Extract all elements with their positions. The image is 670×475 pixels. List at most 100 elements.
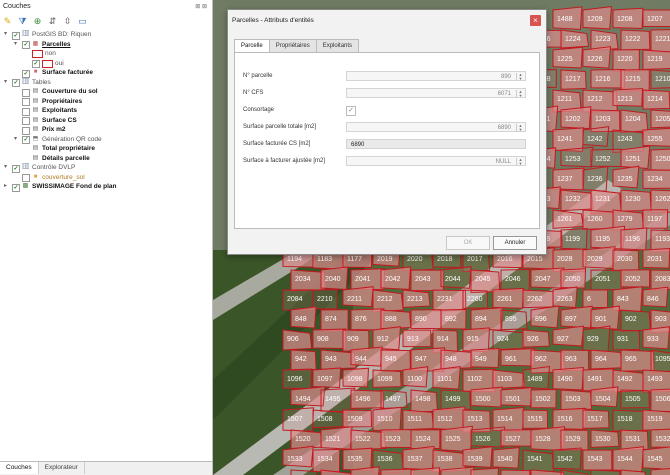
layer-visibility-checkbox[interactable]: [22, 107, 30, 116]
layer-visibility-checkbox[interactable]: [22, 126, 30, 135]
spinbox-arrows-icon[interactable]: ▲ ▼: [516, 158, 524, 166]
parcel-number-label: 1511: [407, 416, 422, 423]
parcel-number-label: 1508: [317, 416, 333, 423]
parcel-polygon[interactable]: [500, 469, 531, 475]
swatch-icon: ■: [33, 69, 38, 75]
layer-tree-item[interactable]: ▾ ✓ 🗄 Contrôle DVLP: [0, 163, 212, 173]
tab-explorateur[interactable]: Explorateur: [39, 462, 85, 474]
dialog-tabs: Parcelle Propriétaires Exploitants: [234, 39, 360, 52]
cfs-number-field[interactable]: 6071 ▲ ▼: [346, 88, 526, 98]
cancel-button[interactable]: Annuler: [493, 236, 537, 250]
layer-visibility-checkbox[interactable]: ✓: [22, 136, 30, 144]
parcel-number-label: 1512: [437, 416, 453, 423]
db-icon: 🗄: [22, 78, 30, 85]
parcel-number-label: 894: [475, 316, 487, 323]
parcel-number-label: 948: [445, 356, 457, 363]
parcel-polygon[interactable]: [590, 469, 621, 475]
layer-tree-item[interactable]: ▤ Surface CS: [0, 116, 212, 125]
parcel-number-label: 1215: [625, 76, 641, 83]
expand-arrow-icon[interactable]: ▾: [14, 135, 17, 145]
parcel-number-label: 1251: [625, 156, 641, 163]
parcel-number-label: 913: [407, 336, 419, 343]
paint-icon[interactable]: ✎: [2, 16, 13, 27]
layer-tree-item[interactable]: ■ couverture_sol: [0, 173, 212, 182]
tab-couches[interactable]: Couches: [0, 462, 39, 474]
panel-float-close-controls[interactable]: ⊠ ⊠: [195, 3, 207, 10]
parcel-number-label: 933: [647, 336, 659, 343]
layer-tree-item[interactable]: ▾ ✓ 🗄 PostGIS BD: Riquen: [0, 30, 212, 40]
parcel-number-label: 1527: [505, 436, 521, 443]
layer-tree-item[interactable]: ▤ Détails parcelle: [0, 154, 212, 164]
layer-tree-item[interactable]: ✓ oui: [0, 59, 212, 68]
parcel-number-label: 1522: [355, 436, 371, 443]
collapse-icon[interactable]: ⇳: [62, 16, 73, 27]
db-icon: 🗄: [22, 164, 30, 170]
parcelle-number-field[interactable]: 890 ▲ ▼: [346, 71, 526, 81]
consortage-checkbox[interactable]: ✓: [346, 106, 356, 116]
parcel-number-label: 892: [445, 316, 457, 323]
parcel-number-label: 1497: [385, 396, 401, 403]
surface-ajustee-field[interactable]: NULL ▲ ▼: [346, 156, 526, 166]
collapse-arrow-icon[interactable]: ▸: [4, 182, 7, 192]
legend-symbol-icon: [32, 50, 43, 58]
layer-tree-label: Contrôle DVLP: [32, 164, 76, 171]
field-label: N° CFS: [243, 90, 264, 96]
parcel-number-label: 1279: [617, 216, 633, 223]
remove-icon[interactable]: ▭: [77, 16, 88, 27]
parcel-number-label: 2210: [317, 296, 333, 303]
layer-visibility-checkbox[interactable]: ✓: [12, 31, 20, 40]
parcel-number-label: 2051: [595, 276, 611, 283]
spinbox-arrows-icon[interactable]: ▲ ▼: [516, 73, 524, 81]
layer-visibility-checkbox[interactable]: ✓: [22, 41, 30, 49]
parcel-number-label: 2262: [527, 296, 543, 303]
layer-tree-item[interactable]: ✓ ■ Surface facturée: [0, 68, 212, 78]
expand-arrow-icon[interactable]: ▾: [4, 163, 7, 173]
tab-parcelle[interactable]: Parcelle: [234, 39, 270, 52]
layer-tree-item[interactable]: non: [0, 49, 212, 59]
close-icon[interactable]: ×: [530, 15, 541, 26]
layer-tree-item[interactable]: ▸ ✓ ▩ SWISSIMAGE Fond de plan: [0, 182, 212, 192]
parcel-number-label: 2017: [467, 256, 483, 263]
parcel-number-label: 1506: [655, 396, 670, 403]
tab-proprietaires[interactable]: Propriétaires: [268, 39, 317, 52]
layer-tree-item[interactable]: ▾ ✓ ▦ Parcelles: [0, 40, 212, 50]
parcel-number-label: 1488: [557, 16, 573, 23]
layer-visibility-checkbox[interactable]: [22, 88, 30, 97]
tab-exploitants[interactable]: Exploitants: [315, 39, 360, 52]
surface-facturee-input[interactable]: 6890: [346, 139, 526, 149]
parcel-number-label: 1194: [287, 256, 302, 263]
layer-tree-item[interactable]: ▤ Couverture du sol: [0, 87, 212, 97]
layer-visibility-checkbox[interactable]: ✓: [32, 60, 40, 68]
layer-tree-item[interactable]: ▾ ✓ 🗄 Tables: [0, 78, 212, 88]
expand-icon[interactable]: ⇵: [47, 16, 58, 27]
spinbox-arrows-icon[interactable]: ▲ ▼: [516, 124, 524, 132]
expand-arrow-icon[interactable]: ▾: [14, 40, 17, 50]
layer-tree-item[interactable]: ▤ Propriétaires: [0, 97, 212, 106]
layer-visibility-checkbox[interactable]: ✓: [12, 79, 20, 87]
layer-visibility-checkbox[interactable]: ✓: [22, 69, 30, 78]
parcel-number-label: 1500: [475, 396, 491, 403]
parcel-number-label: 1219: [647, 56, 663, 63]
parcel-number-label: 2213: [407, 296, 423, 303]
layer-tree-item[interactable]: ▤ Prix m2: [0, 125, 212, 135]
layer-visibility-checkbox[interactable]: [22, 117, 30, 125]
layer-tree-item[interactable]: ▤ Total propriétaire: [0, 144, 212, 154]
layer-visibility-checkbox[interactable]: [22, 174, 30, 182]
ok-button[interactable]: OK: [446, 236, 490, 250]
parcel-number-label: 1235: [617, 176, 633, 183]
layer-visibility-checkbox[interactable]: [22, 98, 30, 106]
surface-totale-field[interactable]: 6890 ▲ ▼: [346, 122, 526, 132]
layer-visibility-checkbox[interactable]: ✓: [12, 183, 20, 192]
spinbox-arrows-icon[interactable]: ▲ ▼: [516, 90, 524, 98]
parcel-number-label: 1232: [565, 196, 581, 203]
filter-icon[interactable]: ⧩: [17, 16, 28, 27]
layer-tree-item[interactable]: ▾ ✓ ⬒ Génération QR code: [0, 135, 212, 145]
parcel-polygon[interactable]: [380, 468, 415, 475]
layer-visibility-checkbox[interactable]: ✓: [12, 164, 20, 173]
expand-arrow-icon[interactable]: ▾: [4, 78, 7, 88]
layer-tree-item[interactable]: ▤ Exploitants: [0, 106, 212, 116]
expand-arrow-icon[interactable]: ▾: [4, 30, 7, 40]
attribute-dialog: Parcelles - Attributs d'entités × Parcel…: [227, 9, 547, 255]
parcel-number-label: 2083: [655, 276, 670, 283]
add-group-icon[interactable]: ⊕: [32, 16, 43, 27]
